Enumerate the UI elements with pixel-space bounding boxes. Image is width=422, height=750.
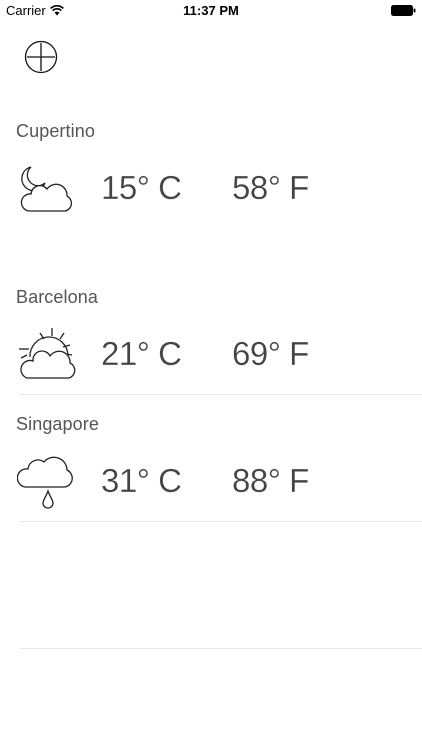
- moon-cloud-icon: [20, 166, 73, 212]
- status-bar: Carrier 11:37 PM: [0, 0, 422, 22]
- city-name: Singapore: [16, 414, 99, 434]
- rain-cloud-icon: [17, 456, 73, 509]
- city-row-singapore[interactable]: Singapore 31° C 88° F: [0, 414, 422, 522]
- city-row-cupertino[interactable]: Cupertino 15° C 58° F: [0, 121, 422, 251]
- row-divider: [20, 394, 422, 395]
- battery-icon: [391, 5, 416, 16]
- city-row-barcelona[interactable]: Barcelona 21° C 69° F: [0, 287, 422, 395]
- row-divider: [20, 648, 422, 649]
- temperature-celsius: 15° C: [101, 169, 182, 206]
- status-time: 11:37 PM: [183, 3, 239, 18]
- temperature-fahrenheit: 88° F: [232, 462, 309, 499]
- add-circle-icon: [24, 40, 58, 74]
- add-city-button[interactable]: [24, 40, 58, 74]
- city-name: Barcelona: [16, 287, 98, 307]
- temperature-fahrenheit: 69° F: [232, 335, 309, 372]
- temperature-celsius: 31° C: [101, 462, 182, 499]
- temperature-fahrenheit: 58° F: [232, 169, 309, 206]
- row-divider: [20, 521, 422, 522]
- temperature-celsius: 21° C: [101, 335, 182, 372]
- sun-cloud-icon: [19, 328, 76, 379]
- city-name: Cupertino: [16, 121, 95, 141]
